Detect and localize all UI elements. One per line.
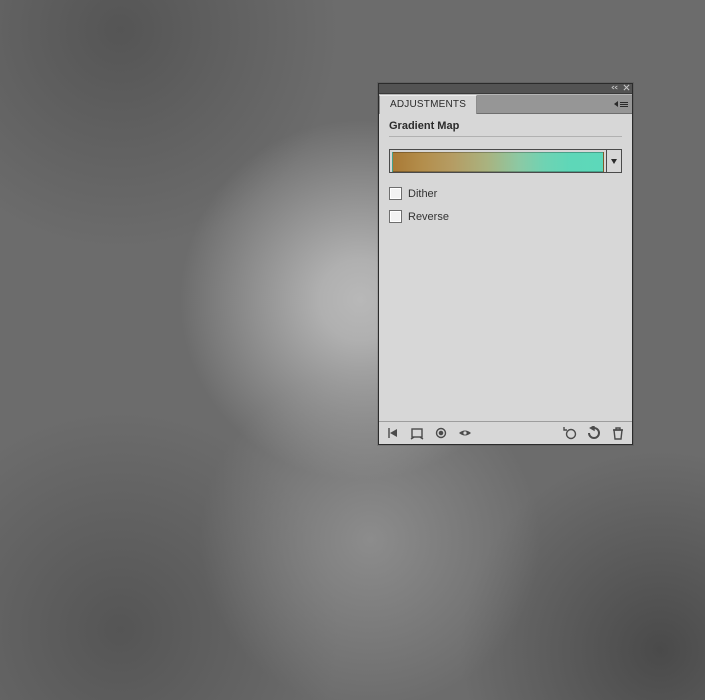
panel-titlebar[interactable] <box>379 84 632 94</box>
panel-menu-button[interactable] <box>616 98 628 110</box>
panel-close-button[interactable] <box>621 83 631 92</box>
dither-checkbox-row[interactable]: Dither <box>389 187 622 200</box>
panel-collapse-button[interactable] <box>610 83 620 92</box>
trash-icon[interactable] <box>610 425 626 441</box>
clip-to-layer-icon[interactable] <box>433 425 449 441</box>
reverse-checkbox-row[interactable]: Reverse <box>389 210 622 223</box>
toggle-visibility-icon[interactable] <box>457 425 473 441</box>
expand-view-icon[interactable] <box>409 425 425 441</box>
tab-adjustments[interactable]: ADJUSTMENTS <box>379 95 477 114</box>
dither-checkbox[interactable] <box>389 187 402 200</box>
panel-heading: Gradient Map <box>389 120 622 137</box>
gradient-swatch[interactable] <box>389 149 607 173</box>
panel-body: Gradient Map Dither Reverse <box>379 114 632 421</box>
chevron-down-icon <box>611 159 617 164</box>
back-arrow-icon[interactable] <box>385 425 401 441</box>
panel-tab-row: ADJUSTMENTS <box>379 94 632 114</box>
gradient-dropdown-button[interactable] <box>607 149 622 173</box>
reset-icon[interactable] <box>586 425 602 441</box>
gradient-picker[interactable] <box>389 149 622 173</box>
dither-label: Dither <box>408 188 437 200</box>
previous-state-icon[interactable] <box>562 425 578 441</box>
reverse-label: Reverse <box>408 211 449 223</box>
reverse-checkbox[interactable] <box>389 210 402 223</box>
workspace-canvas: ADJUSTMENTS Gradient Map Dither <box>0 0 705 700</box>
adjustments-panel: ADJUSTMENTS Gradient Map Dither <box>378 83 633 445</box>
panel-footer <box>379 421 632 444</box>
